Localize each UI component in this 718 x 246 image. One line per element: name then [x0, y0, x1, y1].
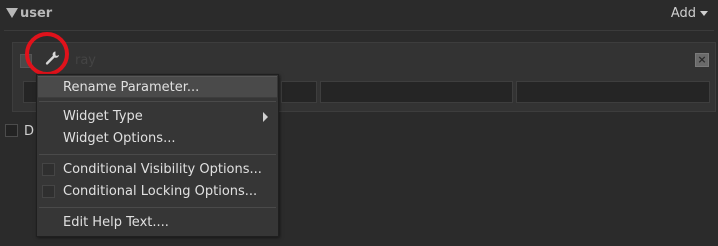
- checkbox-label: D: [24, 124, 35, 139]
- add-button-label: Add: [670, 6, 696, 21]
- parameter-name-label: ray: [75, 53, 97, 68]
- value-field[interactable]: [516, 81, 710, 103]
- menu-item-rename-parameter[interactable]: Rename Parameter...: [38, 76, 277, 98]
- menu-item-label: Conditional Locking Options...: [63, 184, 258, 199]
- chevron-down-icon: [700, 11, 708, 16]
- context-menu: Rename Parameter... Widget Type Widget O…: [36, 74, 279, 237]
- menu-item-conditional-visibility[interactable]: Conditional Visibility Options...: [38, 159, 277, 181]
- checkbox[interactable]: [42, 185, 55, 198]
- menu-item-widget-type[interactable]: Widget Type: [38, 106, 277, 128]
- chevron-right-icon: [263, 112, 268, 122]
- menu-item-widget-options[interactable]: Widget Options...: [38, 128, 277, 150]
- add-button[interactable]: Add: [671, 6, 708, 21]
- close-icon[interactable]: ×: [695, 53, 709, 67]
- menu-separator: [39, 154, 276, 155]
- annotation-circle: [25, 32, 69, 76]
- value-field[interactable]: [320, 81, 513, 103]
- menu-item-conditional-locking[interactable]: Conditional Locking Options...: [38, 181, 277, 203]
- menu-item-label: Widget Options...: [63, 131, 176, 146]
- checkbox[interactable]: [42, 163, 55, 176]
- menu-item-label: Conditional Visibility Options...: [63, 162, 262, 177]
- group-header: user Add: [0, 0, 718, 28]
- menu-item-edit-help-text[interactable]: Edit Help Text....: [38, 212, 277, 234]
- value-field[interactable]: [281, 81, 317, 103]
- group-title: user: [20, 6, 53, 21]
- menu-item-label: Rename Parameter...: [63, 80, 200, 95]
- checkbox[interactable]: [5, 124, 18, 137]
- menu-separator: [39, 101, 276, 102]
- menu-item-label: Edit Help Text....: [63, 215, 169, 230]
- menu-item-label: Widget Type: [63, 109, 143, 124]
- header-divider: [4, 30, 714, 31]
- menu-separator: [39, 207, 276, 208]
- collapse-triangle-icon[interactable]: [6, 8, 18, 18]
